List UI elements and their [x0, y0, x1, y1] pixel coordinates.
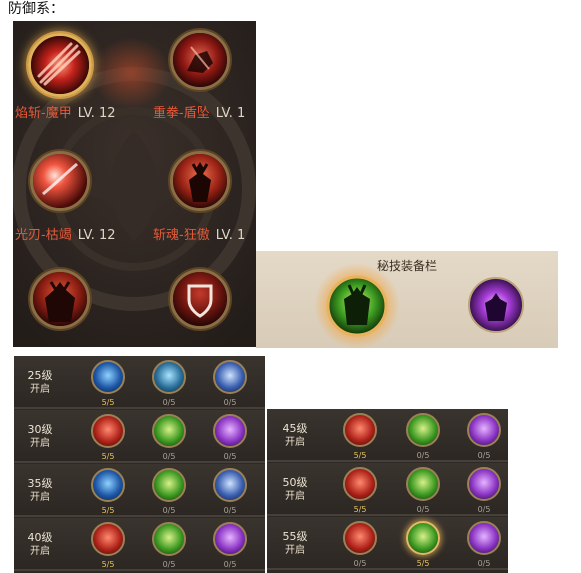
progress-count: 5/5: [101, 452, 115, 461]
purple-crystal-icon[interactable]: [213, 414, 247, 448]
unlock-text: 开启: [285, 491, 305, 502]
level-text: 35级: [27, 477, 53, 490]
green-demon-icon[interactable]: [406, 521, 440, 555]
unlock-text: 开启: [30, 438, 50, 449]
level-table-right: 45级 开启 5/5 0/5 0/5 50级 开启 5/5 0/5 0/5 55级 开启 0/5 5/5 0…: [267, 409, 508, 573]
unlock-text: 开启: [285, 545, 305, 556]
green-spike-icon[interactable]: [152, 522, 186, 556]
progress-count: 0/5: [223, 560, 237, 569]
level-text: 50级: [282, 476, 308, 489]
level-requirement: 50级开启: [273, 476, 317, 504]
progress-count: 5/5: [101, 560, 115, 569]
teal-wave-icon[interactable]: [152, 360, 186, 394]
purple-figure-icon[interactable]: [467, 413, 501, 447]
skill-label-4: 斩魂-狂傲 LV. 1: [153, 228, 245, 244]
blue-swirl-icon[interactable]: [91, 360, 125, 394]
red-mask-icon[interactable]: [91, 414, 125, 448]
skill-level: LV. 1: [215, 228, 246, 243]
level-requirement: 35级开启: [18, 477, 62, 505]
soul-slash-icon[interactable]: [170, 151, 230, 211]
green-lunge-icon[interactable]: [406, 467, 440, 501]
red-claw-icon[interactable]: [343, 467, 377, 501]
progress-count: 5/5: [416, 559, 430, 568]
progress-count: 5/5: [353, 505, 367, 514]
level-requirement: 45级开启: [273, 422, 317, 450]
level-text: 55级: [282, 530, 308, 543]
unlock-text: 开启: [30, 384, 50, 395]
progress-count: 0/5: [162, 560, 176, 569]
flame-slash-icon[interactable]: [28, 33, 92, 97]
progress-count: 0/5: [223, 398, 237, 407]
blue-arm-icon[interactable]: [91, 468, 125, 502]
skill-level: LV. 12: [77, 106, 116, 121]
level-text: 40级: [27, 531, 53, 544]
hooded-figure-icon[interactable]: [213, 360, 247, 394]
unlock-text: 开启: [30, 546, 50, 557]
level-row: 50级开启 5/5 0/5 0/5: [267, 463, 508, 516]
progress-count: 0/5: [162, 506, 176, 515]
progress-count: 5/5: [101, 398, 115, 407]
progress-count: 0/5: [353, 559, 367, 568]
skill-level: LV. 1: [215, 106, 246, 121]
page-heading: 防御系：: [8, 1, 64, 17]
level-row: 55级开启 0/5 5/5 0/5: [267, 517, 508, 570]
purple-kick-icon[interactable]: [467, 467, 501, 501]
green-figure-icon[interactable]: [406, 413, 440, 447]
red-orb-icon[interactable]: [91, 522, 125, 556]
skill-label-3: 光刃-枯竭 LV. 12: [15, 228, 116, 244]
level-text: 30级: [27, 423, 53, 436]
level-requirement: 25级开启: [18, 369, 62, 397]
skill-label-1: 焰斩-魔甲 LV. 12: [15, 106, 116, 122]
skill-label-2: 重拳-盾坠 LV. 1: [153, 106, 245, 122]
equip-bar-title: 秘技装备栏: [376, 259, 437, 273]
red-demon-icon[interactable]: [343, 521, 377, 555]
shield-icon[interactable]: [170, 269, 230, 329]
level-row: 45级开启 5/5 0/5 0/5: [267, 409, 508, 462]
unlock-text: 开启: [30, 492, 50, 503]
skill-name: 重拳-盾坠: [153, 106, 210, 121]
skill-name: 斩魂-狂傲: [153, 228, 210, 243]
level-row: 30级开启 5/5 0/5 0/5: [14, 410, 265, 463]
green-demon-icon[interactable]: [314, 263, 400, 348]
heavy-fist-icon[interactable]: [170, 30, 230, 90]
skill-name: 光刃-枯竭: [15, 228, 72, 243]
blue-hood-icon[interactable]: [213, 468, 247, 502]
light-blade-icon[interactable]: [30, 151, 90, 211]
level-row: 25级开启 5/5 0/5 0/5: [14, 356, 265, 409]
progress-count: 0/5: [162, 452, 176, 461]
level-row: 35级开启 5/5 0/5 0/5: [14, 464, 265, 517]
level-text: 45级: [282, 422, 308, 435]
unlock-text: 开启: [285, 437, 305, 448]
level-table-left: 25级 开启 5/5 0/5 0/5 30级 开启 5/5 0/5 0/5 35级 开启 5/5 0/5 0…: [14, 356, 265, 573]
skill-level: LV. 12: [77, 228, 116, 243]
demon-figure-icon[interactable]: [30, 269, 90, 329]
progress-count: 5/5: [353, 451, 367, 460]
skill-panel: 焰斩-魔甲 LV. 12 重拳-盾坠 LV. 1 光刃-枯竭 LV. 12 斩魂-狂: [13, 21, 256, 347]
progress-count: 0/5: [223, 452, 237, 461]
progress-count: 0/5: [477, 559, 491, 568]
level-requirement: 30级开启: [18, 423, 62, 451]
level-text: 25级: [27, 369, 53, 382]
purple-aura-icon[interactable]: [468, 277, 524, 333]
progress-count: 0/5: [416, 451, 430, 460]
level-requirement: 55级开启: [273, 530, 317, 558]
progress-count: 5/5: [101, 506, 115, 515]
progress-count: 0/5: [162, 398, 176, 407]
secret-equip-bar: 秘技装备栏: [256, 251, 558, 348]
progress-count: 0/5: [223, 506, 237, 515]
purple-aura-icon[interactable]: [467, 521, 501, 555]
progress-count: 0/5: [477, 505, 491, 514]
green-fist-icon[interactable]: [152, 468, 186, 502]
skill-name: 焰斩-魔甲: [15, 106, 72, 121]
purple-slash-icon[interactable]: [213, 522, 247, 556]
progress-count: 0/5: [416, 505, 430, 514]
level-requirement: 40级开启: [18, 531, 62, 559]
level-row: 40级开启 5/5 0/5 0/5: [14, 518, 265, 571]
green-burst-icon[interactable]: [152, 414, 186, 448]
progress-count: 0/5: [477, 451, 491, 460]
red-blade-icon[interactable]: [343, 413, 377, 447]
